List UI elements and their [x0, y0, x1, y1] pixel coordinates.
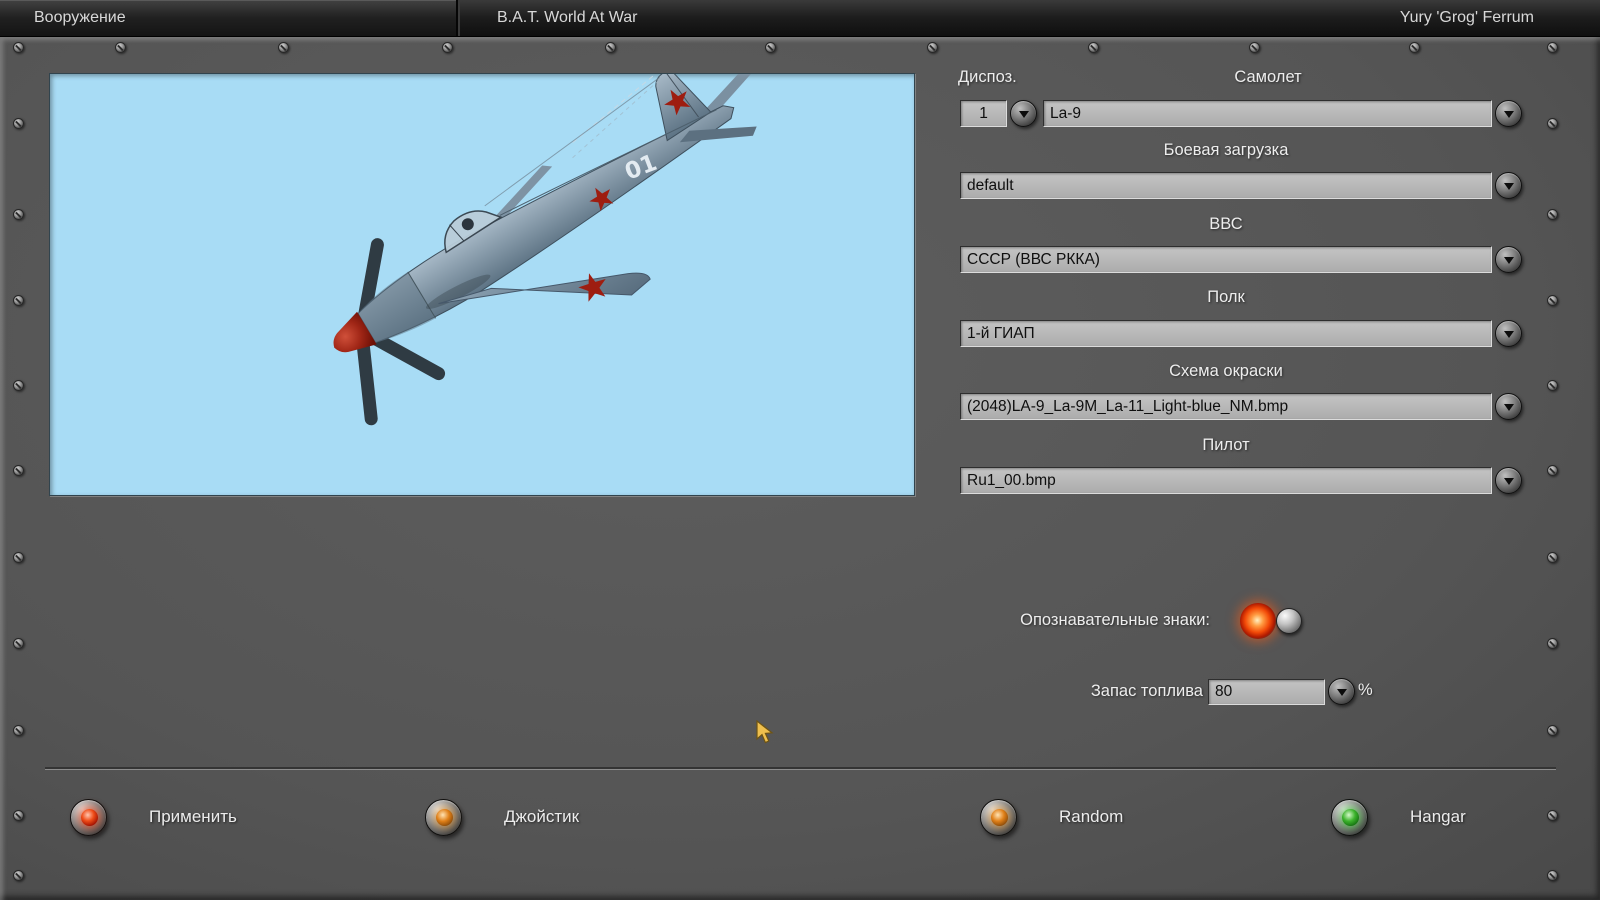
- chevron-down-icon: [1503, 111, 1514, 118]
- screw-icon: [12, 117, 24, 129]
- chevron-down-icon: [1503, 257, 1514, 264]
- regiment-dropdown-arrow[interactable]: [1495, 320, 1522, 347]
- chevron-down-icon: [1336, 689, 1347, 696]
- fuel-input[interactable]: [1208, 679, 1325, 705]
- apply-button[interactable]: Применить: [70, 797, 237, 837]
- screw-icon: [1248, 41, 1260, 53]
- fuel-label: Запас топлива: [1090, 682, 1203, 700]
- screw-icon: [12, 809, 24, 821]
- indicator-lamp-icon: [1240, 603, 1276, 639]
- joystick-button-label: Джойстик: [504, 807, 580, 826]
- screw-icon: [1546, 551, 1558, 563]
- screw-icon: [926, 41, 938, 53]
- aircraft-dropdown-arrow[interactable]: [1495, 100, 1522, 127]
- screw-icon: [764, 41, 776, 53]
- player-name: Yury 'Grog' Ferrum: [1399, 9, 1534, 26]
- markings-label: Опознавательные знаки:: [1020, 611, 1210, 629]
- separator: [45, 767, 1556, 769]
- aircraft-label: Самолет: [1234, 68, 1302, 86]
- regiment-label: Полк: [1207, 288, 1245, 306]
- amber-lamp-button-icon: [980, 798, 1017, 836]
- loadout-select[interactable]: default: [960, 172, 1492, 199]
- apply-button-label: Применить: [149, 807, 237, 826]
- lamp-core-icon: [990, 809, 1008, 826]
- screw-icon: [12, 41, 24, 53]
- amber-lamp-button-icon: [425, 798, 462, 836]
- screw-icon: [1546, 208, 1558, 220]
- screw-icon: [1087, 41, 1099, 53]
- regiment-select[interactable]: 1-й ГИАП: [960, 320, 1492, 347]
- loadout-dropdown-arrow[interactable]: [1495, 172, 1522, 199]
- aircraft-select[interactable]: La-9: [1043, 100, 1492, 127]
- aircraft-illustration: 01: [333, 74, 757, 426]
- airforce-dropdown-arrow[interactable]: [1495, 246, 1522, 273]
- tab-armament[interactable]: Вооружение: [0, 0, 458, 36]
- screw-icon: [1546, 294, 1558, 306]
- screw-icon: [277, 41, 289, 53]
- screw-icon: [12, 724, 24, 736]
- mod-title: B.A.T. World At War: [497, 9, 638, 26]
- fuel-unit: %: [1358, 681, 1373, 699]
- dispos-label: Диспоз.: [958, 68, 1017, 86]
- screw-icon: [1546, 464, 1558, 476]
- skin-dropdown-arrow[interactable]: [1495, 393, 1522, 420]
- chevron-down-icon: [1503, 331, 1514, 338]
- markings-toggle[interactable]: [1238, 601, 1314, 641]
- dispos-dropdown-arrow[interactable]: [1010, 100, 1037, 127]
- joystick-button[interactable]: Джойстик: [425, 797, 579, 837]
- screw-icon: [12, 464, 24, 476]
- screw-icon: [1546, 809, 1558, 821]
- toggle-knob-icon: [1276, 608, 1302, 634]
- chevron-down-icon: [1503, 183, 1514, 190]
- pilot-dropdown-arrow[interactable]: [1495, 467, 1522, 494]
- screw-icon: [1546, 117, 1558, 129]
- fuel-dropdown-arrow[interactable]: [1328, 678, 1355, 705]
- random-button-label: Random: [1059, 807, 1124, 826]
- airforce-select[interactable]: СССР (ВВС РККА): [960, 246, 1492, 273]
- skin-select[interactable]: (2048)LA-9_La-9M_La-11_Light-blue_NM.bmp: [960, 393, 1492, 420]
- screw-icon: [12, 551, 24, 563]
- hangar-button-label: Hangar: [1410, 807, 1466, 826]
- top-bar: Вооружение B.A.T. World At War Yury 'Gro…: [0, 0, 1600, 37]
- screw-icon: [114, 41, 126, 53]
- screw-icon: [12, 637, 24, 649]
- screw-icon: [12, 869, 24, 881]
- arming-screen: Вооружение B.A.T. World At War Yury 'Gro…: [0, 0, 1600, 900]
- chevron-down-icon: [1018, 111, 1029, 118]
- green-lamp-button-icon: [1331, 798, 1368, 836]
- screw-icon: [12, 294, 24, 306]
- red-lamp-button-icon: [70, 798, 107, 836]
- screw-icon: [1408, 41, 1420, 53]
- screw-icon: [1546, 637, 1558, 649]
- airforce-label: ВВС: [1209, 215, 1243, 233]
- tab-armament-label: Вооружение: [34, 9, 126, 26]
- lamp-core-icon: [1341, 809, 1359, 826]
- screw-icon: [1546, 869, 1558, 881]
- lamp-core-icon: [435, 809, 453, 826]
- screw-icon: [12, 379, 24, 391]
- dispos-input[interactable]: [960, 100, 1007, 127]
- random-button[interactable]: Random: [980, 797, 1123, 837]
- hangar-button[interactable]: Hangar: [1331, 797, 1466, 837]
- chevron-down-icon: [1503, 404, 1514, 411]
- loadout-label: Боевая загрузка: [1163, 141, 1289, 159]
- screw-icon: [12, 208, 24, 220]
- screw-icon: [1546, 41, 1558, 53]
- mouse-cursor: [756, 720, 774, 744]
- pilot-select[interactable]: Ru1_00.bmp: [960, 467, 1492, 494]
- lamp-core-icon: [80, 809, 98, 826]
- screw-icon: [441, 41, 453, 53]
- chevron-down-icon: [1503, 478, 1514, 485]
- skin-label: Схема окраски: [1169, 362, 1283, 380]
- screw-icon: [1546, 724, 1558, 736]
- screw-icon: [604, 41, 616, 53]
- aircraft-preview[interactable]: 01: [49, 73, 915, 496]
- pilot-label: Пилот: [1202, 436, 1250, 454]
- screw-icon: [1546, 379, 1558, 391]
